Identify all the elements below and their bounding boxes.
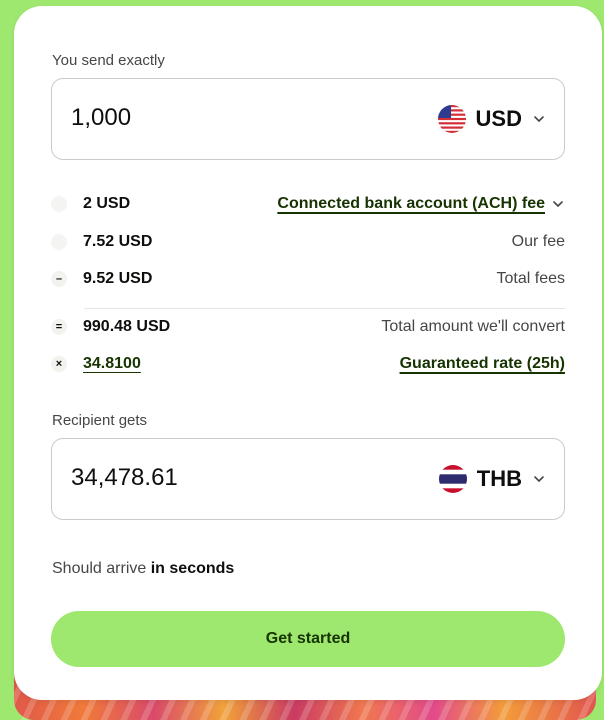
fee-amount: 2 USD <box>83 195 131 212</box>
multiply-icon: × <box>51 356 67 372</box>
thailand-flag-icon <box>438 465 467 493</box>
fee-row-ach: 2 USD Connected bank account (ACH) fee <box>51 192 565 216</box>
fees-divider <box>84 308 565 309</box>
send-currency-code: USD <box>475 106 522 131</box>
send-amount-field[interactable]: 1,000 USD <box>51 78 565 160</box>
arrival-estimate: Should arrive in seconds <box>52 560 234 578</box>
fee-amount: 990.48 USD <box>83 318 171 335</box>
get-started-button[interactable]: Get started <box>51 611 565 667</box>
fee-description: Guaranteed rate (25h) <box>399 355 565 372</box>
receive-label: Recipient gets <box>52 412 148 429</box>
fee-amount: 7.52 USD <box>83 233 153 250</box>
receive-currency-code: THB <box>476 466 522 491</box>
send-label: You send exactly <box>52 52 165 69</box>
transfer-calculator-card: You send exactly 1,000 USD 2 USD Connect… <box>14 6 602 700</box>
receive-currency-select[interactable]: THB <box>438 461 546 497</box>
fee-row-our-fee: 7.52 USD Our fee <box>51 230 565 254</box>
fee-amount: 9.52 USD <box>83 270 153 287</box>
equals-icon: = <box>51 319 67 335</box>
fee-row-convert-amount: = 990.48 USD Total amount we'll convert <box>51 315 565 339</box>
receive-amount-input[interactable]: 34,478.61 <box>71 464 178 492</box>
guaranteed-rate-link[interactable]: Guaranteed rate (25h) <box>400 355 565 373</box>
exchange-rate-link[interactable]: 34.8100 <box>83 355 141 373</box>
minus-icon: – <box>51 271 67 287</box>
bullet-icon <box>51 234 67 250</box>
arrival-prefix: Should arrive <box>52 560 147 577</box>
fee-row-rate: × 34.8100 Guaranteed rate (25h) <box>51 352 565 376</box>
fee-description: Total amount we'll convert <box>381 318 565 335</box>
ach-fee-dropdown[interactable]: Connected bank account (ACH) fee <box>277 195 565 213</box>
fee-row-total-fees: – 9.52 USD Total fees <box>51 267 565 291</box>
fee-description: Total fees <box>496 270 565 287</box>
send-currency-select[interactable]: USD <box>437 101 546 137</box>
receive-amount-field[interactable]: 34,478.61 THB <box>51 438 565 520</box>
arrival-emphasis: in seconds <box>150 560 235 577</box>
bullet-icon <box>51 196 67 212</box>
chevron-down-icon <box>534 476 544 482</box>
send-amount-input[interactable]: 1,000 <box>71 104 131 132</box>
chevron-down-icon <box>534 116 544 122</box>
fee-description: Connected bank account (ACH) fee <box>277 195 545 212</box>
chevron-down-icon <box>553 201 563 207</box>
fee-description: Our fee <box>511 233 565 250</box>
us-flag-icon <box>437 105 466 133</box>
